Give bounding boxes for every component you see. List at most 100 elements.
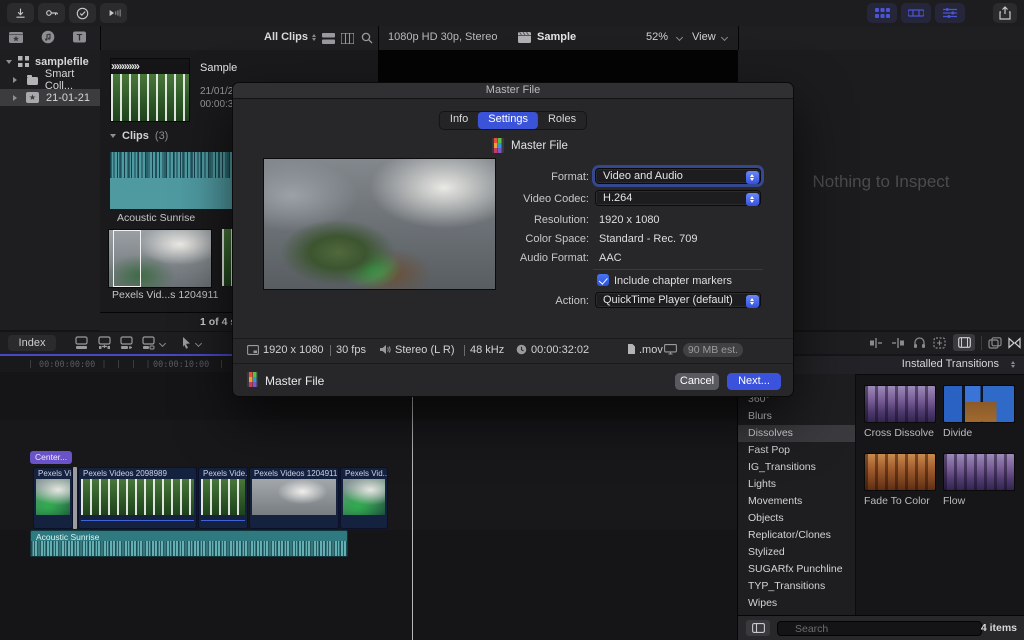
transition-item-thumb[interactable] xyxy=(864,453,936,491)
transition-category[interactable]: Replicator/Clones xyxy=(738,527,855,544)
resolution-value: 1920 x 1080 xyxy=(599,214,660,226)
clips-header-label: Clips xyxy=(122,130,149,142)
import-button[interactable] xyxy=(7,3,34,23)
codec-value: H.264 xyxy=(603,192,632,204)
transition-category[interactable]: Objects xyxy=(738,510,855,527)
format-value: Video and Audio xyxy=(603,170,683,182)
timeline-clip[interactable]: Pexels Vi... xyxy=(33,467,73,529)
transition-category[interactable]: Fast Pop xyxy=(738,442,855,459)
sidebar-toggle-button[interactable] xyxy=(746,620,770,636)
inspector-toggle-button[interactable] xyxy=(935,3,965,23)
titles-generators-button[interactable]: T xyxy=(72,30,87,44)
cancel-button[interactable]: Cancel xyxy=(675,373,719,390)
transition-category[interactable]: Blurs xyxy=(738,408,855,425)
clock-icon xyxy=(516,344,527,355)
transition-category[interactable]: Movements xyxy=(738,493,855,510)
transitions-search-input[interactable] xyxy=(777,621,982,636)
check-circle-icon xyxy=(76,7,89,20)
share-button[interactable] xyxy=(993,3,1017,23)
next-button[interactable]: Next... xyxy=(727,373,781,390)
transition-item-thumb[interactable] xyxy=(864,385,936,423)
sidebar-item-smart-collection[interactable]: Smart Coll... xyxy=(0,71,100,88)
disclosure-closed-icon[interactable] xyxy=(13,77,20,83)
transition-category[interactable]: TYP_Transitions xyxy=(738,578,855,595)
infobar-divider-bottom xyxy=(233,363,793,364)
transition-category-selected[interactable]: Dissolves xyxy=(738,425,855,442)
select-tool-button[interactable] xyxy=(181,336,192,350)
browser-toggle-button[interactable] xyxy=(867,3,897,23)
clip-trim-handle[interactable] xyxy=(73,467,77,529)
effects-browser-button[interactable] xyxy=(953,334,975,351)
transition-item-thumb[interactable] xyxy=(943,385,1015,423)
transition-category[interactable]: SUGARfx Punchline xyxy=(738,561,855,578)
info-separator xyxy=(464,345,465,356)
solo-button[interactable] xyxy=(913,336,926,349)
audio-waveform xyxy=(31,541,347,556)
bowtie-icon xyxy=(1008,337,1021,349)
clips-disclosure-icon[interactable] xyxy=(110,134,116,141)
popup-caret-icon xyxy=(746,193,759,206)
timeline-toggle-button[interactable] xyxy=(901,3,931,23)
timeline[interactable]: Center... Pexels Vi... Pexels Videos 209… xyxy=(0,372,737,640)
export-dialog: Master File Info Settings Roles Master F… xyxy=(232,82,794,397)
photos-audio-button[interactable] xyxy=(40,30,56,44)
trim-start-button[interactable] xyxy=(869,337,883,349)
library-icon xyxy=(18,56,29,67)
transition-category[interactable]: Wipes xyxy=(738,595,855,612)
title-clip-badge[interactable]: Center... xyxy=(30,451,72,464)
timeline-clip[interactable]: Pexels Videos 1204911 xyxy=(249,467,339,529)
timeline-audio-clip[interactable]: Acoustic Sunrise xyxy=(30,530,348,557)
action-value: QuickTime Player (default) xyxy=(603,294,733,306)
browser-search-button[interactable] xyxy=(361,32,373,44)
disclosure-closed-icon[interactable] xyxy=(13,95,20,101)
transition-categories: 360° Blurs Dissolves Fast Pop IG_Transit… xyxy=(738,374,856,615)
tab-settings[interactable]: Settings xyxy=(478,112,538,129)
background-tasks-button[interactable] xyxy=(69,3,96,23)
inspector-empty-message: Nothing to Inspect xyxy=(812,172,949,192)
selection-range[interactable] xyxy=(113,230,141,287)
sidebar-item-event[interactable]: ★ 21-01-21 xyxy=(0,89,100,106)
transition-category[interactable]: Stylized xyxy=(738,544,855,561)
transition-category[interactable]: Lights xyxy=(738,476,855,493)
transition-category[interactable]: IG_Transitions xyxy=(738,459,855,476)
edit-tools-caret-icon[interactable] xyxy=(159,340,166,347)
audioformat-value: AAC xyxy=(599,252,622,264)
timeline-clip[interactable]: Pexels Vide... xyxy=(198,467,248,529)
overwrite-clip-button[interactable] xyxy=(141,336,156,350)
clips-section-header[interactable]: Clips (3) xyxy=(110,130,168,142)
codec-select[interactable]: H.264 xyxy=(595,190,761,206)
file-icon xyxy=(627,343,636,355)
disclosure-open-icon[interactable] xyxy=(6,60,12,67)
insert-clip-button[interactable] xyxy=(97,336,112,350)
timeline-clip[interactable]: Pexels Videos 2098989 xyxy=(78,467,197,529)
filmstrip-view-button[interactable] xyxy=(341,33,354,44)
tab-roles[interactable]: Roles xyxy=(538,112,586,129)
timeline-clip[interactable]: Pexels Vid... xyxy=(340,467,388,529)
clip-filter-dropdown[interactable]: All Clips xyxy=(264,31,308,43)
playhead[interactable] xyxy=(412,374,413,640)
project-thumbnail[interactable]: ››››››››››› xyxy=(110,58,190,122)
tab-info[interactable]: Info xyxy=(440,112,478,129)
append-clip-button[interactable] xyxy=(119,336,134,350)
av-output-button[interactable] xyxy=(100,3,127,23)
media-star-icon xyxy=(8,30,24,44)
connect-clip-button[interactable] xyxy=(74,336,89,350)
zoom-level-dropdown[interactable]: 52% xyxy=(646,31,668,43)
list-view-button[interactable] xyxy=(322,33,335,44)
action-select[interactable]: QuickTime Player (default) xyxy=(595,292,761,308)
keyword-button[interactable] xyxy=(38,3,65,23)
transitions-browser-button[interactable] xyxy=(1008,337,1021,349)
chapter-markers-checkbox[interactable] xyxy=(597,274,609,286)
format-select[interactable]: Video and Audio xyxy=(595,168,761,184)
tool-caret-icon[interactable] xyxy=(195,340,202,347)
transition-item-thumb[interactable] xyxy=(943,453,1015,491)
video-clip-thumbnail[interactable] xyxy=(108,229,212,288)
trim-end-button[interactable] xyxy=(891,337,905,349)
snapping-button[interactable] xyxy=(933,337,946,349)
media-sidebar-button[interactable] xyxy=(8,30,24,44)
project-thumb-image xyxy=(111,74,189,121)
index-button[interactable]: Index xyxy=(8,335,56,351)
transition-item-label: Divide xyxy=(943,427,972,439)
view-dropdown[interactable]: View xyxy=(692,31,716,43)
photos-browser-button[interactable] xyxy=(988,337,1002,349)
